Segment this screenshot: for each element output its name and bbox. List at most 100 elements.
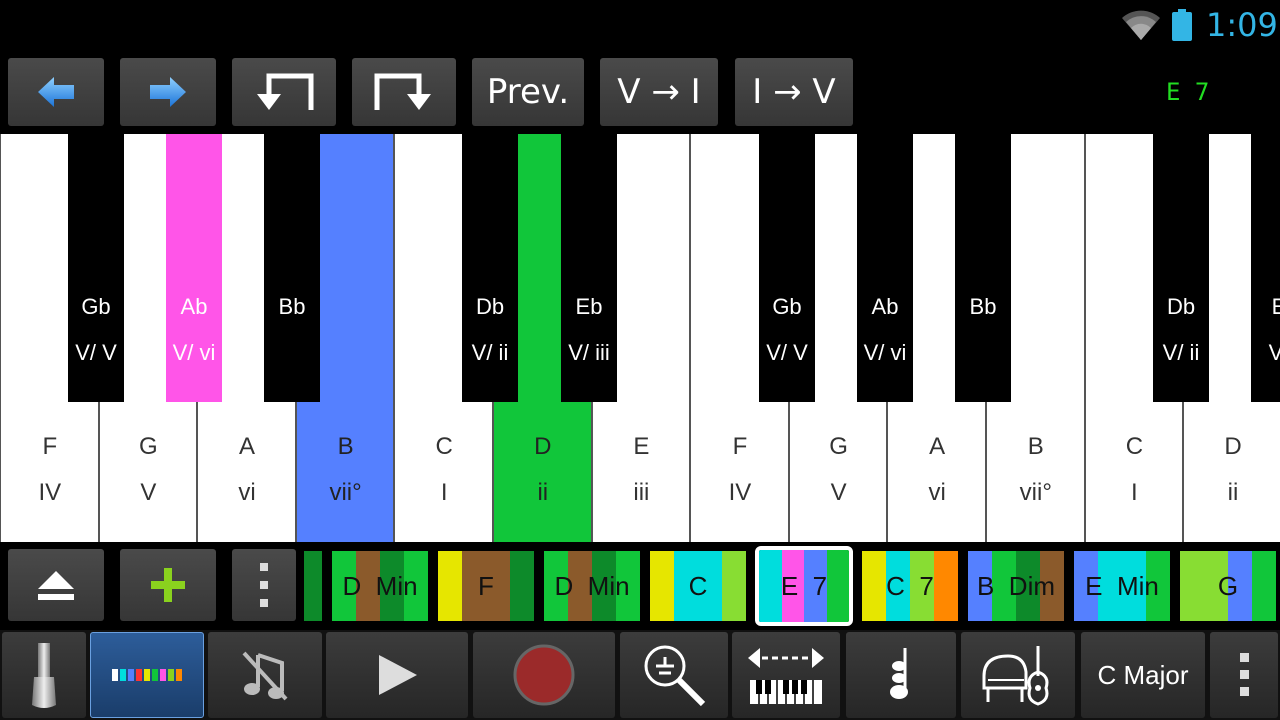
undo-button[interactable] — [8, 58, 104, 126]
chord-chip-label: D Min — [342, 570, 418, 601]
black-key[interactable]: Gb V/ V — [759, 134, 815, 402]
chord-chip[interactable]: D Min — [544, 551, 640, 621]
black-key-labels: Bb — [955, 284, 1011, 330]
white-key-labels: Dii — [494, 424, 592, 516]
chord-chip[interactable]: E Min — [1074, 551, 1170, 621]
black-key-labels: Bb — [264, 284, 320, 330]
black-key[interactable]: Eb V/ iii — [561, 134, 617, 402]
chord-chip[interactable]: F — [438, 551, 534, 621]
chord-chip[interactable]: C 7 — [862, 551, 958, 621]
chord-chip-label: F — [478, 570, 494, 601]
scroll-keyboard-icon — [748, 648, 824, 704]
shift-down-right-button[interactable] — [352, 58, 456, 126]
status-bar: 1:09 — [0, 0, 1280, 50]
record-icon — [513, 644, 575, 706]
black-key-labels: Gb V/ V — [68, 284, 124, 376]
chord-chip-label — [304, 551, 322, 621]
black-key-labels: Db V/ ii — [1153, 284, 1209, 376]
strip-more-button[interactable] — [232, 549, 296, 621]
white-key-labels: CI — [395, 424, 493, 516]
key-degree: V/ vi — [172, 340, 216, 365]
chord-chip-label: E 7 — [780, 570, 828, 601]
scroll-keyboard-button[interactable] — [732, 632, 840, 718]
black-key[interactable]: Bb — [955, 134, 1011, 402]
black-key-labels: Eb V/ iii — [561, 284, 617, 376]
black-key[interactable]: Db V/ ii — [1153, 134, 1209, 402]
key-note: A — [929, 433, 946, 460]
corner-arrow-down-left-icon — [257, 73, 314, 110]
key-degree: V/ ii — [471, 340, 509, 365]
chord-chip[interactable]: C — [650, 551, 746, 621]
chord-chip[interactable]: B Dim — [968, 551, 1064, 621]
key-degree: V/ vi — [863, 340, 907, 365]
black-key[interactable]: Ab V/ vi — [166, 134, 222, 402]
eject-icon — [38, 571, 74, 600]
black-key-labels: Ab V/ vi — [857, 284, 913, 376]
zoom-button[interactable] — [620, 632, 728, 718]
key-note: Db — [475, 294, 505, 319]
rhythm-button[interactable] — [846, 632, 956, 718]
key-degree: V/ V — [766, 340, 808, 365]
sustain-button[interactable] — [2, 632, 86, 718]
black-key[interactable]: Gb V/ V — [68, 134, 124, 402]
key-degree: V/ iii — [568, 340, 610, 365]
black-key[interactable]: Db V/ ii — [462, 134, 518, 402]
instrument-button[interactable] — [961, 632, 1075, 718]
key-note: Gb — [81, 294, 111, 319]
white-key-labels: Bvii° — [987, 424, 1085, 516]
arrow-left-icon — [38, 77, 74, 107]
key-note: D — [1224, 433, 1242, 460]
chord-chip-label: C 7 — [886, 570, 934, 601]
key-note: E — [1271, 294, 1280, 319]
sustain-pedal-icon — [32, 643, 56, 708]
key-degree: V — [140, 479, 157, 506]
color-mode-button[interactable] — [90, 632, 204, 718]
piano-keyboard[interactable]: F IV G V Avi Bvii° C I Dii Eiii F IV G V Avi Bvii° C I Dii… — [0, 134, 1280, 542]
key-degree: vi — [928, 479, 946, 506]
key-degree: V/ V — [75, 340, 117, 365]
chord-chip-label: G — [1217, 570, 1239, 601]
key-note: Ab — [180, 294, 208, 319]
record-button[interactable] — [473, 632, 615, 718]
play-button[interactable] — [326, 632, 468, 718]
chord-chip[interactable]: E 7 — [755, 546, 853, 626]
key-degree: I — [440, 479, 448, 506]
key-note: G — [829, 433, 848, 460]
chord-chip[interactable]: G — [1180, 551, 1276, 621]
chord-chip[interactable]: D Min — [332, 551, 428, 621]
redo-button[interactable] — [120, 58, 216, 126]
key-note: Eb — [575, 294, 603, 319]
eject-button[interactable] — [8, 549, 104, 621]
piano-guitar-icon — [982, 646, 1049, 706]
white-key-labels: F IV — [691, 424, 789, 516]
shift-down-left-button[interactable] — [232, 58, 336, 126]
overflow-menu-button[interactable] — [1210, 632, 1278, 718]
key-degree: iii — [633, 479, 650, 506]
white-key-labels: Avi — [198, 424, 296, 516]
plus-icon — [151, 568, 185, 602]
key-degree: vi — [238, 479, 256, 506]
key-note: G — [139, 433, 158, 460]
more-vertical-icon — [260, 563, 268, 607]
black-key[interactable]: Bb — [264, 134, 320, 402]
key-note: F — [732, 433, 748, 460]
add-chord-button[interactable] — [120, 549, 216, 621]
key-degree: IV — [728, 479, 752, 506]
white-key-labels: CI — [1086, 424, 1184, 516]
key-note: Ab — [871, 294, 899, 319]
battery-icon — [1172, 9, 1192, 41]
chord-chip[interactable] — [304, 551, 322, 621]
white-key-labels: GV — [100, 424, 198, 516]
key-note: Gb — [772, 294, 802, 319]
prev-button[interactable]: Prev. — [472, 58, 584, 126]
current-chord-readout: E 7 — [1166, 78, 1210, 106]
chord-chip-label: D Min — [554, 570, 630, 601]
i-to-v-button[interactable]: I → V — [735, 58, 853, 126]
black-key[interactable]: Ab V/ vi — [857, 134, 913, 402]
key-select-button[interactable]: C Major — [1081, 632, 1205, 718]
black-key[interactable]: E V/ — [1251, 134, 1280, 402]
white-key-labels: Bvii° — [297, 424, 395, 516]
mute-notes-button[interactable] — [208, 632, 322, 718]
v-to-i-button[interactable]: V → I — [600, 58, 718, 126]
black-key-labels: Ab V/ vi — [166, 284, 222, 376]
